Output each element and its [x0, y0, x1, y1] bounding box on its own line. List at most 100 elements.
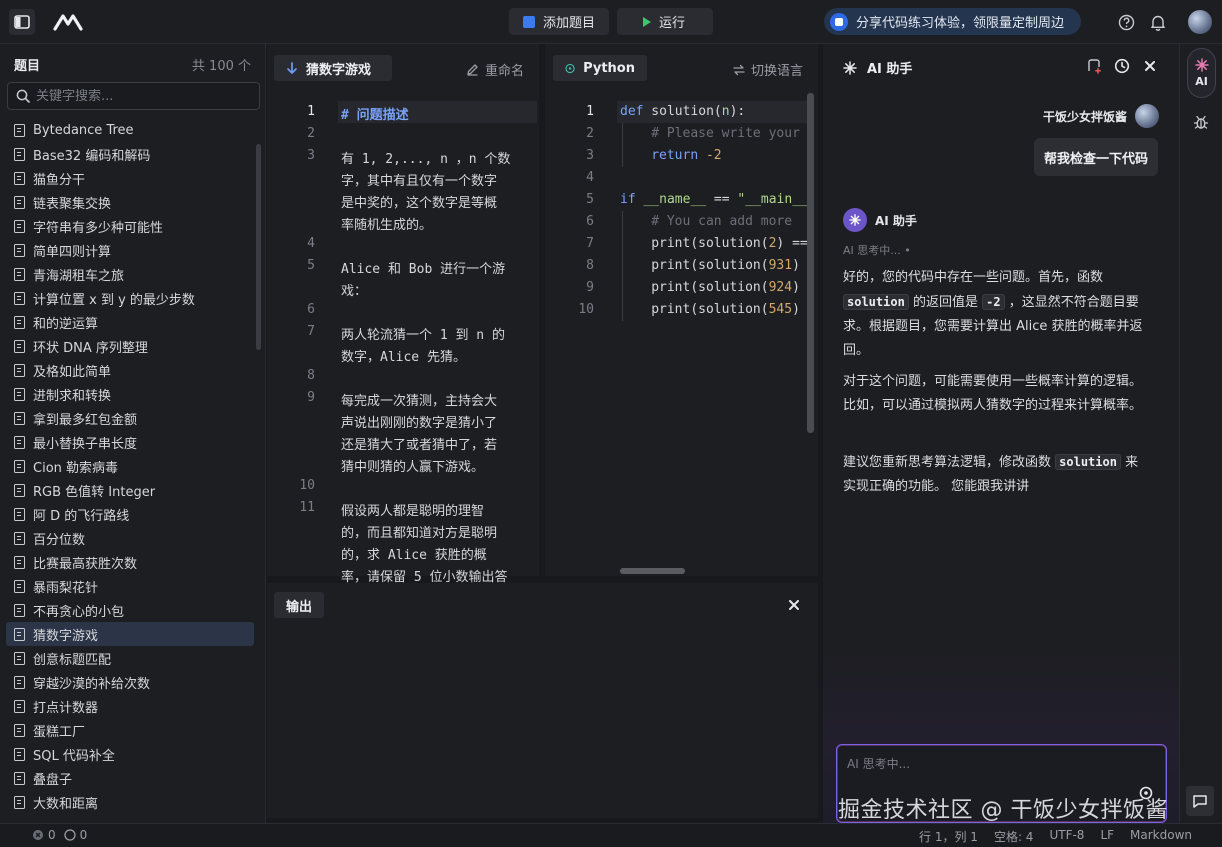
code-token: print(solution(: [651, 236, 769, 251]
problem-list-item[interactable]: 打点计数器: [6, 694, 254, 718]
line-number: 5: [307, 258, 315, 273]
problem-list-item[interactable]: 百分位数: [6, 526, 254, 550]
problem-list-item[interactable]: 计算位置 x 到 y 的最少步数: [6, 286, 254, 310]
user-avatar[interactable]: [1188, 10, 1212, 34]
problem-list-item[interactable]: 及格如此简单: [6, 358, 254, 382]
problem-list-item[interactable]: 创意标题匹配: [6, 646, 254, 670]
problem-tab[interactable]: 猜数字游戏: [274, 55, 392, 81]
document-icon: [14, 699, 25, 713]
add-problem-button[interactable]: 添加题目: [509, 8, 609, 35]
code-token: ) ==: [776, 236, 807, 251]
share-banner-text: 分享代码练习体验，领限量定制周边: [856, 16, 1065, 31]
problem-list-item[interactable]: 穿越沙漠的补给次数: [6, 670, 254, 694]
problem-list-item-label: Cion 勒索病毒: [33, 460, 119, 476]
document-icon: [14, 771, 25, 785]
share-banner[interactable]: 分享代码练习体验，领限量定制周边: [824, 8, 1081, 35]
line-number: 2: [307, 126, 315, 141]
editor-vertical-scrollbar[interactable]: [807, 93, 814, 433]
switch-language-button[interactable]: 切换语言: [733, 60, 803, 79]
problem-list-item[interactable]: Bytedance Tree: [6, 118, 254, 142]
problem-list-item[interactable]: SQL 代码补全: [6, 742, 254, 766]
problem-list-item-label: 打点计数器: [33, 700, 99, 716]
help-icon[interactable]: [1117, 13, 1135, 31]
close-ai-panel-icon[interactable]: [1142, 58, 1158, 74]
problem-list-item[interactable]: 大数和距离: [6, 790, 254, 814]
problem-list-item-label: SQL 代码补全: [33, 748, 115, 764]
sidebar-scrollbar[interactable]: [256, 144, 261, 350]
problem-heading: # 问题描述: [341, 108, 409, 123]
error-count: 0: [48, 828, 56, 842]
problem-list-item[interactable]: Cion 勒索病毒: [6, 454, 254, 478]
app-logo-icon: [52, 11, 84, 33]
document-icon: [14, 387, 25, 401]
problem-list-item[interactable]: 拿到最多红包金额: [6, 406, 254, 430]
problem-list-item[interactable]: 环状 DNA 序列整理: [6, 334, 254, 358]
feedback-button[interactable]: [1186, 786, 1214, 816]
status-right-group: 行 1，列 1 空格: 4 UTF-8 LF Markdown: [919, 828, 1192, 845]
user-message-header: 干饭少女拌饭酱: [1043, 104, 1159, 128]
indent-guide: [622, 211, 623, 321]
search-box[interactable]: [7, 82, 260, 110]
sidebar-toggle-icon[interactable]: [9, 9, 35, 35]
problem-text-line: 有 1, 2,..., n ，n 个数: [341, 152, 511, 167]
problems-indicator[interactable]: 0 0: [32, 828, 87, 842]
new-chat-icon[interactable]: [1085, 57, 1103, 75]
notification-bell-icon[interactable]: [1149, 13, 1167, 31]
warning-icon: [63, 829, 76, 841]
problem-text-line: Alice 和 Bob 进行一个游: [341, 262, 506, 277]
problem-list-item[interactable]: 阿 D 的飞行路线: [6, 502, 254, 526]
problem-list-item[interactable]: RGB 色值转 Integer: [6, 478, 254, 502]
problem-text-line: 声说出刚刚的数字是猜小了: [341, 416, 498, 431]
code-line: print(solution(545): [651, 302, 807, 317]
problem-list-item[interactable]: 猜数字游戏: [6, 622, 254, 646]
output-tab-label: 输出: [285, 599, 312, 615]
debug-bug-icon[interactable]: [1191, 112, 1211, 132]
problem-text-line: 猜中则猜的人赢下游戏。: [341, 460, 485, 475]
problem-list-item[interactable]: 暴雨梨花针: [6, 574, 254, 598]
problem-list-item[interactable]: 进制求和转换: [6, 382, 254, 406]
problem-list-item-label: 计算位置 x 到 y 的最少步数: [33, 292, 195, 308]
line-number: 1: [586, 104, 594, 119]
assistant-text: 对于这个问题，可能需要使用一些概率计算的逻辑。比如，可以通过模拟两人猜数字的过程…: [843, 374, 1143, 413]
problem-list-item-label: 猫鱼分干: [33, 172, 86, 188]
search-input[interactable]: [36, 88, 246, 104]
document-icon: [14, 459, 25, 473]
problem-list-item[interactable]: 不再贪心的小包: [6, 598, 254, 622]
problem-list-item[interactable]: 蛋糕工厂: [6, 718, 254, 742]
problem-list-item[interactable]: 字符串有多少种可能性: [6, 214, 254, 238]
problem-list-item[interactable]: 猫鱼分干: [6, 166, 254, 190]
problem-list-item[interactable]: Base32 编码和解码: [6, 142, 254, 166]
run-button[interactable]: 运行: [617, 8, 713, 35]
problem-list-item[interactable]: 最小替换子串长度: [6, 430, 254, 454]
document-icon: [14, 339, 25, 353]
problem-list-item-label: 链表聚集交换: [33, 196, 112, 212]
file-encoding[interactable]: UTF-8: [1049, 828, 1084, 845]
problem-list-item-label: 进制求和转换: [33, 388, 112, 404]
problem-list-item[interactable]: 青海湖租车之旅: [6, 262, 254, 286]
problem-list-item[interactable]: 和的逆运算: [6, 310, 254, 334]
history-icon[interactable]: [1113, 57, 1131, 75]
problem-list-item[interactable]: 链表聚集交换: [6, 190, 254, 214]
indentation[interactable]: 空格: 4: [994, 828, 1034, 845]
assistant-avatar-icon: [843, 208, 867, 232]
end-of-line[interactable]: LF: [1100, 828, 1114, 845]
close-output-icon[interactable]: [786, 597, 802, 613]
problem-list-item[interactable]: 叠盘子: [6, 766, 254, 790]
line-number: 9: [586, 280, 594, 295]
swap-icon: [733, 64, 745, 75]
document-icon: [14, 483, 25, 497]
problem-list-item-label: RGB 色值转 Integer: [33, 484, 156, 500]
editor-horizontal-scrollbar[interactable]: [620, 568, 685, 574]
output-tab[interactable]: 输出: [274, 592, 324, 618]
rename-button[interactable]: 重命名: [466, 60, 524, 79]
code-token: 545: [768, 302, 793, 317]
language-mode[interactable]: Markdown: [1130, 828, 1192, 845]
problem-list-item[interactable]: 比赛最高获胜次数: [6, 550, 254, 574]
cursor-position[interactable]: 行 1，列 1: [919, 828, 978, 845]
problem-list-item[interactable]: 简单四则计算: [6, 238, 254, 262]
language-tab[interactable]: Python: [553, 55, 647, 81]
document-icon: [14, 651, 25, 665]
edit-icon: [467, 64, 478, 76]
problem-list-item-label: Base32 编码和解码: [33, 148, 151, 164]
ai-toggle-button[interactable]: AI: [1187, 48, 1216, 98]
